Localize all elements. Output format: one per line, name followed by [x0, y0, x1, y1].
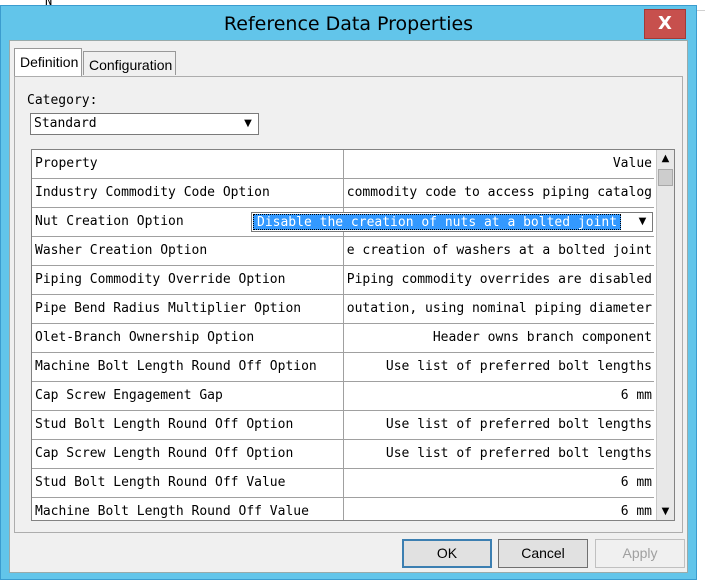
title-bar[interactable]: Reference Data Properties X	[1, 6, 696, 40]
value-cell[interactable]: Use list of preferred bolt lengths	[344, 440, 654, 469]
table-row[interactable]: Nut Creation Option Disable the creation…	[32, 208, 657, 237]
chevron-down-icon[interactable]: ▼	[634, 214, 651, 230]
property-cell: Machine Bolt Length Round Off Value	[32, 498, 344, 520]
chevron-down-icon[interactable]: ▼	[239, 115, 257, 133]
table-row[interactable]: Pipe Bend Radius Multiplier Option outat…	[32, 295, 657, 324]
value-cell[interactable]: 6 mm	[344, 382, 654, 411]
table-row[interactable]: Stud Bolt Length Round Off Option Use li…	[32, 411, 657, 440]
cancel-button[interactable]: Cancel	[498, 539, 588, 568]
table-row[interactable]: Stud Bolt Length Round Off Value 6 mm	[32, 469, 657, 498]
value-cell[interactable]: Use list of preferred bolt lengths	[344, 353, 654, 382]
property-cell: Washer Creation Option	[32, 237, 344, 266]
scroll-up-icon[interactable]: ▲	[657, 150, 674, 167]
property-grid: Property Value Industry Commodity Code O…	[31, 149, 675, 521]
dialog-title: Reference Data Properties	[223, 13, 474, 35]
category-dropdown[interactable]: Standard ▼	[30, 113, 259, 135]
property-cell: Machine Bolt Length Round Off Option	[32, 353, 344, 382]
value-cell[interactable]: commodity code to access piping catalog	[344, 179, 654, 208]
definition-panel: Category: Standard ▼ Property Value Indu…	[14, 76, 683, 533]
property-cell: Pipe Bend Radius Multiplier Option	[32, 295, 344, 324]
table-row[interactable]: Machine Bolt Length Round Off Option Use…	[32, 353, 657, 382]
property-cell: Industry Commodity Code Option	[32, 179, 344, 208]
vertical-scrollbar[interactable]: ▲ ▼	[656, 150, 674, 520]
value-cell[interactable]: 6 mm	[344, 498, 654, 520]
apply-button: Apply	[595, 539, 685, 568]
tab-definition[interactable]: Definition	[14, 48, 82, 76]
table-row[interactable]: Industry Commodity Code Option commodity…	[32, 179, 657, 208]
value-cell[interactable]: Piping commodity overrides are disabled	[344, 266, 654, 295]
ok-button[interactable]: OK	[402, 539, 492, 568]
property-cell: Stud Bolt Length Round Off Option	[32, 411, 344, 440]
table-row[interactable]: Cap Screw Engagement Gap 6 mm	[32, 382, 657, 411]
table-row[interactable]: Piping Commodity Override Option Piping …	[32, 266, 657, 295]
selected-option: Disable the creation of nuts at a bolted…	[253, 214, 622, 230]
value-cell[interactable]: 6 mm	[344, 469, 654, 498]
property-cell: Olet-Branch Ownership Option	[32, 324, 344, 353]
table-row[interactable]: Washer Creation Option e creation of was…	[32, 237, 657, 266]
nut-creation-dropdown[interactable]: Disable the creation of nuts at a bolted…	[251, 212, 653, 232]
table-row[interactable]: Machine Bolt Length Round Off Value 6 mm	[32, 498, 657, 520]
dialog-client-area: Definition Configuration Category: Stand…	[9, 40, 688, 573]
value-column-header[interactable]: Value	[344, 150, 654, 179]
scroll-down-icon[interactable]: ▼	[657, 503, 674, 520]
reference-data-properties-dialog: Reference Data Properties X Definition C…	[0, 5, 697, 580]
category-label: Category:	[27, 93, 98, 108]
table-row[interactable]: Olet-Branch Ownership Option Header owns…	[32, 324, 657, 353]
property-cell: Piping Commodity Override Option	[32, 266, 344, 295]
property-column-header[interactable]: Property	[32, 150, 344, 179]
category-value: Standard	[34, 116, 97, 131]
value-cell[interactable]: e creation of washers at a bolted joint	[344, 237, 654, 266]
scrollbar-thumb[interactable]	[658, 169, 673, 186]
value-cell[interactable]: outation, using nominal piping diameter	[344, 295, 654, 324]
value-cell[interactable]: Use list of preferred bolt lengths	[344, 411, 654, 440]
property-cell: Cap Screw Engagement Gap	[32, 382, 344, 411]
property-cell: Cap Screw Length Round Off Option	[32, 440, 344, 469]
property-cell: Stud Bolt Length Round Off Value	[32, 469, 344, 498]
tab-configuration[interactable]: Configuration	[83, 51, 176, 75]
table-row[interactable]: Cap Screw Length Round Off Option Use li…	[32, 440, 657, 469]
grid-header-row: Property Value	[32, 150, 657, 179]
close-button[interactable]: X	[644, 9, 686, 39]
value-cell[interactable]: Header owns branch component	[344, 324, 654, 353]
